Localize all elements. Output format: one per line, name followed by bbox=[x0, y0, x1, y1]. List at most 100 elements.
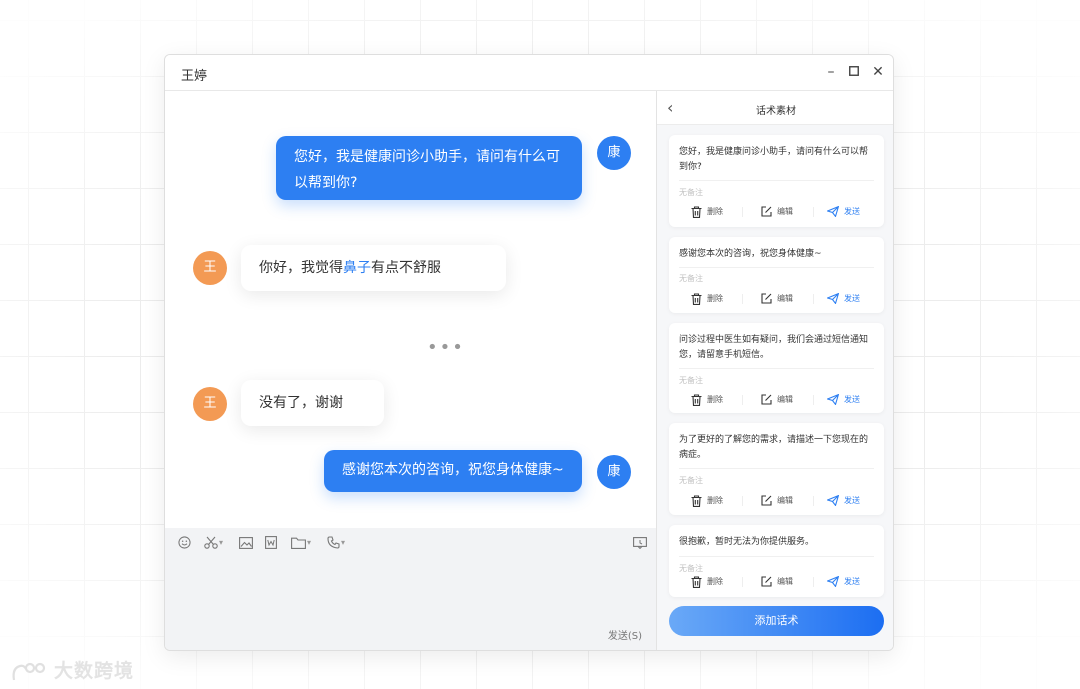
delete-button[interactable]: 删除 bbox=[691, 205, 723, 219]
edit-button[interactable]: 编辑 bbox=[761, 205, 793, 219]
folder-button[interactable]: ▾ bbox=[291, 534, 311, 550]
maximize-button[interactable] bbox=[845, 63, 863, 81]
quick-reply-card[interactable]: 很抱歉，暂时无法为你提供服务。 无备注 删除 编辑 发送 bbox=[669, 525, 884, 597]
delete-button[interactable]: 删除 bbox=[691, 393, 723, 407]
panel-title: 话术素材 bbox=[756, 106, 796, 117]
delete-label: 删除 bbox=[707, 207, 723, 216]
edit-label: 编辑 bbox=[777, 395, 793, 404]
trash-icon bbox=[691, 205, 702, 218]
screenshot-button[interactable]: ▾ bbox=[204, 534, 223, 550]
trash-icon bbox=[691, 393, 702, 406]
title-bar: 王婷 – ✕ bbox=[165, 55, 893, 91]
message-highlight: 鼻子 bbox=[343, 260, 371, 276]
quick-reply-card[interactable]: 感谢您本次的咨询，祝您身体健康~ 无备注 删除 编辑 发送 bbox=[669, 237, 884, 313]
card-actions: 删除 编辑 发送 bbox=[669, 575, 884, 589]
message-bubble-incoming: 没有了，谢谢 bbox=[241, 380, 384, 426]
image-button[interactable] bbox=[239, 534, 253, 550]
close-button[interactable]: ✕ bbox=[869, 63, 887, 81]
call-button[interactable]: ▾ bbox=[327, 534, 345, 550]
minimize-button[interactable]: – bbox=[822, 63, 840, 81]
image-icon bbox=[239, 536, 253, 549]
send-label: 发送 bbox=[844, 294, 860, 303]
edit-icon bbox=[761, 293, 772, 304]
send-button[interactable]: 发送(S) bbox=[608, 627, 642, 642]
edit-icon bbox=[761, 495, 772, 506]
message-bubble-outgoing: 感谢您本次的咨询，祝您身体健康~ bbox=[324, 450, 582, 492]
action-separator bbox=[813, 496, 814, 506]
paper-plane-icon bbox=[827, 495, 839, 506]
phone-icon bbox=[327, 536, 340, 549]
more-messages-ellipsis[interactable]: ••• bbox=[427, 337, 465, 358]
word-doc-icon bbox=[265, 536, 277, 549]
window-title: 王婷 bbox=[181, 69, 208, 84]
quick-reply-note: 无备注 bbox=[679, 188, 703, 197]
action-separator bbox=[742, 207, 743, 217]
card-divider bbox=[679, 556, 874, 557]
action-separator bbox=[742, 577, 743, 587]
emoji-icon bbox=[178, 536, 191, 549]
paper-plane-icon bbox=[827, 206, 839, 217]
chat-history-icon bbox=[633, 536, 647, 549]
quick-reply-text: 为了更好的了解您的需求，请描述一下您现在的病症。 bbox=[679, 435, 869, 460]
delete-label: 删除 bbox=[707, 577, 723, 586]
send-label: 发送 bbox=[844, 496, 860, 505]
edit-button[interactable]: 编辑 bbox=[761, 575, 793, 589]
scissors-icon bbox=[204, 536, 218, 549]
quick-reply-card[interactable]: 问诊过程中医生如有疑问，我们会通过短信通知您，请留意手机短信。 无备注 删除 编… bbox=[669, 323, 884, 413]
paper-plane-icon bbox=[827, 394, 839, 405]
avatar-assistant: 康 bbox=[597, 136, 631, 170]
quick-reply-note: 无备注 bbox=[679, 274, 703, 283]
send-label: 发送 bbox=[844, 577, 860, 586]
card-divider bbox=[679, 468, 874, 469]
action-separator bbox=[813, 395, 814, 405]
card-divider bbox=[679, 267, 874, 268]
delete-label: 删除 bbox=[707, 496, 723, 505]
send-reply-button[interactable]: 发送 bbox=[827, 494, 860, 508]
action-separator bbox=[813, 577, 814, 587]
watermark-logo-icon bbox=[12, 662, 46, 680]
card-actions: 删除 编辑 发送 bbox=[669, 393, 884, 407]
message-list: 您好，我是健康问诊小助手，请问有什么可以帮到你? 康 王 你好，我觉得鼻子有点不… bbox=[165, 91, 656, 528]
quick-reply-note: 无备注 bbox=[679, 564, 703, 573]
add-quick-reply-button[interactable]: 添加话术 bbox=[669, 606, 884, 636]
message-composer[interactable]: ▾ ▾ ▾ 发送(S) bbox=[165, 528, 656, 650]
send-reply-button[interactable]: 发送 bbox=[827, 205, 860, 219]
emoji-button[interactable] bbox=[178, 534, 191, 550]
avatar-user: 王 bbox=[193, 387, 227, 421]
quick-reply-text: 感谢您本次的咨询，祝您身体健康~ bbox=[679, 249, 822, 259]
edit-button[interactable]: 编辑 bbox=[761, 494, 793, 508]
edit-button[interactable]: 编辑 bbox=[761, 393, 793, 407]
quick-reply-card[interactable]: 为了更好的了解您的需求，请描述一下您现在的病症。 无备注 删除 编辑 发送 bbox=[669, 423, 884, 515]
document-button[interactable] bbox=[265, 534, 277, 550]
send-reply-button[interactable]: 发送 bbox=[827, 575, 860, 589]
send-reply-button[interactable]: 发送 bbox=[827, 393, 860, 407]
avatar-assistant: 康 bbox=[597, 455, 631, 489]
history-button[interactable] bbox=[633, 534, 647, 550]
edit-label: 编辑 bbox=[777, 294, 793, 303]
chevron-down-icon: ▾ bbox=[219, 537, 224, 547]
quick-reply-card[interactable]: 您好，我是健康问诊小助手，请问有什么可以帮到你? 无备注 删除 编辑 发送 bbox=[669, 135, 884, 227]
chevron-down-icon: ▾ bbox=[341, 537, 346, 547]
card-divider bbox=[679, 368, 874, 369]
quick-reply-text: 您好，我是健康问诊小助手，请问有什么可以帮到你? bbox=[679, 147, 869, 172]
avatar-user: 王 bbox=[193, 251, 227, 285]
message-text: 有点不舒服 bbox=[371, 260, 441, 276]
quick-reply-note: 无备注 bbox=[679, 476, 703, 485]
quick-reply-text: 问诊过程中医生如有疑问，我们会通过短信通知您，请留意手机短信。 bbox=[679, 335, 869, 360]
card-actions: 删除 编辑 发送 bbox=[669, 205, 884, 219]
delete-label: 删除 bbox=[707, 395, 723, 404]
edit-icon bbox=[761, 576, 772, 587]
card-divider bbox=[679, 180, 874, 181]
action-separator bbox=[742, 395, 743, 405]
quick-reply-note: 无备注 bbox=[679, 376, 703, 385]
send-reply-button[interactable]: 发送 bbox=[827, 292, 860, 306]
delete-button[interactable]: 删除 bbox=[691, 292, 723, 306]
edit-label: 编辑 bbox=[777, 496, 793, 505]
action-separator bbox=[813, 294, 814, 304]
edit-button[interactable]: 编辑 bbox=[761, 292, 793, 306]
trash-icon bbox=[691, 575, 702, 588]
delete-button[interactable]: 删除 bbox=[691, 575, 723, 589]
card-actions: 删除 编辑 发送 bbox=[669, 292, 884, 306]
message-text: 你好，我觉得 bbox=[259, 260, 343, 276]
delete-button[interactable]: 删除 bbox=[691, 494, 723, 508]
